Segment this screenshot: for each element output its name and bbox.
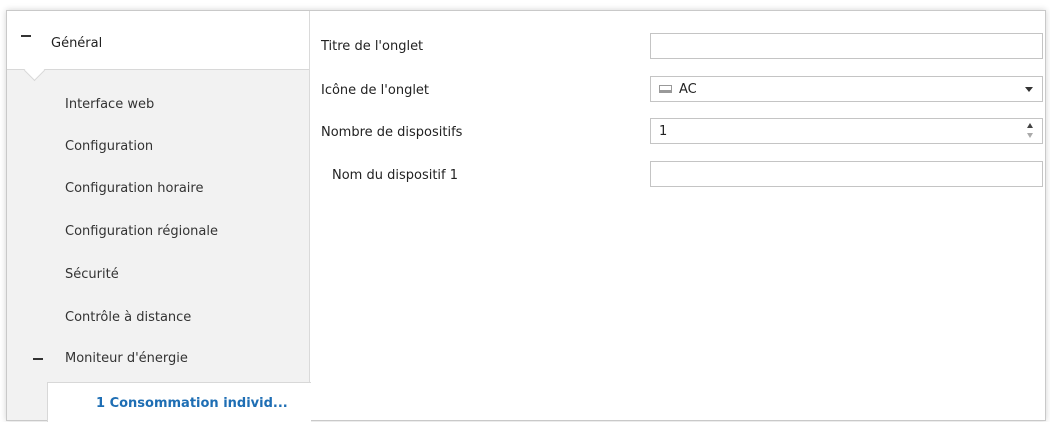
sidebar-group-general[interactable]: Général xyxy=(7,11,309,82)
sidebar-item-regional-configuration[interactable]: Configuration régionale xyxy=(7,212,309,252)
sidebar-item-label: Contrôle à distance xyxy=(65,310,192,325)
sidebar-group-label: Moniteur d'énergie xyxy=(65,351,188,366)
device-count-stepper[interactable]: 1 xyxy=(650,118,1043,144)
sidebar-item-time-configuration[interactable]: Configuration horaire xyxy=(7,169,309,209)
sidebar-item-label: 1 Consommation individ... xyxy=(96,396,288,411)
sidebar-item-label: Interface web xyxy=(65,97,155,112)
tab-title-input[interactable] xyxy=(650,33,1043,59)
device-name-1-input[interactable] xyxy=(650,161,1043,187)
device-count-value: 1 xyxy=(659,124,668,139)
sidebar-item-configuration[interactable]: Configuration xyxy=(7,127,309,167)
sidebar-item-security[interactable]: Sécurité xyxy=(7,255,309,295)
parameters-window: Général Interface web Configuration Conf… xyxy=(6,10,1046,422)
tab-icon-value: AC xyxy=(679,82,697,97)
sidebar-item-label: Configuration régionale xyxy=(65,224,218,239)
sidebar-item-remote-control[interactable]: Contrôle à distance xyxy=(7,298,309,338)
sidebar-group-label: Général xyxy=(51,36,103,51)
device-count-label: Nombre de dispositifs xyxy=(321,125,463,140)
ac-unit-icon xyxy=(659,85,672,93)
tab-icon-select[interactable]: AC xyxy=(650,76,1043,102)
increment-icon[interactable] xyxy=(1027,123,1033,128)
collapse-icon[interactable] xyxy=(21,35,31,37)
tab-icon-label: Icône de l'onglet xyxy=(321,83,430,98)
sidebar-item-label: Sécurité xyxy=(65,267,119,282)
collapse-icon[interactable] xyxy=(33,358,43,360)
sidebar-item-individual-consumption[interactable]: 1 Consommation individ... xyxy=(47,382,311,422)
chevron-down-icon[interactable] xyxy=(1025,87,1033,92)
sidebar-group-energy-monitor[interactable]: Moniteur d'énergie xyxy=(7,339,309,379)
spinner-icon[interactable] xyxy=(1026,122,1036,140)
sidebar-item-label: Configuration horaire xyxy=(65,181,204,196)
decrement-icon[interactable] xyxy=(1027,133,1033,138)
sidebar: Général Interface web Configuration Conf… xyxy=(7,11,311,422)
tab-title-label: Titre de l'onglet xyxy=(321,39,424,54)
group-pointer-icon xyxy=(23,59,46,82)
sidebar-item-web-interface[interactable]: Interface web xyxy=(7,85,309,125)
sidebar-item-label: Configuration xyxy=(65,139,154,154)
device-name-1-label: Nom du dispositif 1 xyxy=(332,168,459,183)
